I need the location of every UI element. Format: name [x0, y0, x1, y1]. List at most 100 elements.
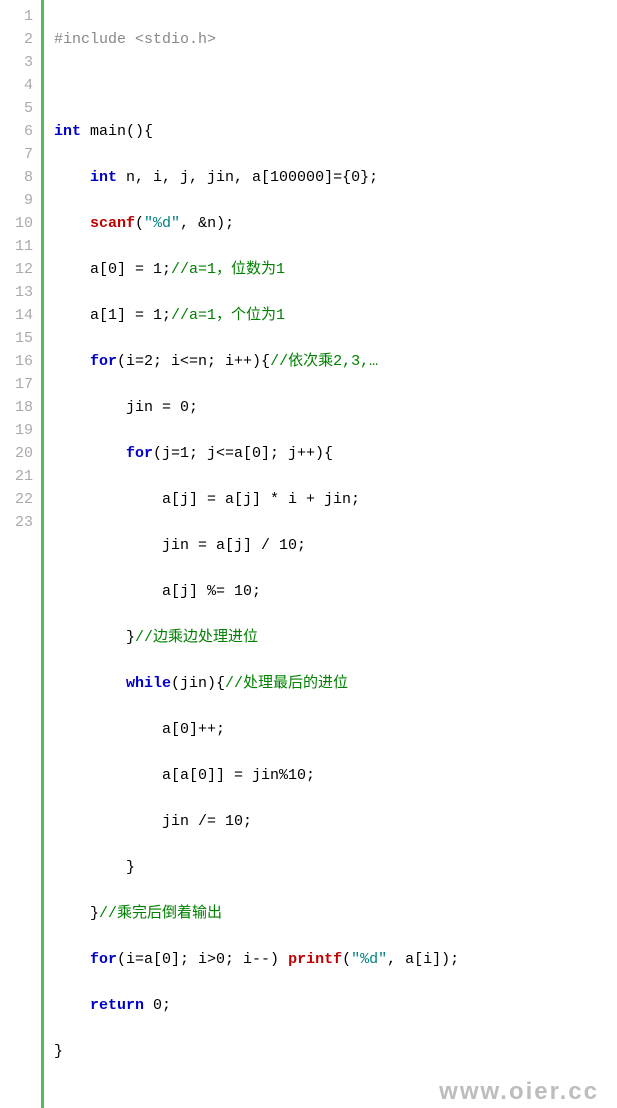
line-number: 12 — [5, 258, 33, 281]
indent — [54, 261, 90, 278]
line-number: 11 — [5, 235, 33, 258]
preprocessor: #include <stdio.h> — [54, 31, 216, 48]
code-line: a[j] = a[j] * i + jin; — [54, 488, 607, 511]
line-number: 8 — [5, 166, 33, 189]
line-number: 15 — [5, 327, 33, 350]
line-number: 1 — [5, 5, 33, 28]
indent — [54, 307, 90, 324]
keyword: for — [90, 353, 117, 370]
indent — [54, 675, 126, 692]
code-line: a[a[0]] = jin%10; — [54, 764, 607, 787]
code-line: int n, i, j, jin, a[100000]={0}; — [54, 166, 607, 189]
string-literal: "%d" — [351, 951, 387, 968]
line-number: 5 — [5, 97, 33, 120]
line-number: 2 — [5, 28, 33, 51]
keyword: for — [90, 951, 117, 968]
line-number: 10 — [5, 212, 33, 235]
comment: //处理最后的进位 — [225, 675, 348, 692]
code-block: 1 2 3 4 5 6 7 8 9 10 11 12 13 14 15 16 1… — [0, 0, 617, 1108]
code-text: n, i, j, jin, a[100000]={0}; — [117, 169, 378, 186]
code-line: for(i=a[0]; i>0; i--) printf("%d", a[i])… — [54, 948, 607, 971]
comment: //a=1，位数为1 — [171, 261, 285, 278]
keyword: return — [90, 997, 144, 1014]
code-text: jin = a[j] / 10; — [162, 537, 306, 554]
code-line: } — [54, 856, 607, 879]
code-text: , a[i]); — [387, 951, 459, 968]
indent — [54, 491, 162, 508]
code-text: a[j] = a[j] * i + jin; — [162, 491, 360, 508]
indent — [54, 399, 126, 416]
line-number: 3 — [5, 51, 33, 74]
code-line: jin /= 10; — [54, 810, 607, 833]
code-line: for(j=1; j<=a[0]; j++){ — [54, 442, 607, 465]
string-literal: "%d" — [144, 215, 180, 232]
code-line: a[0] = 1;//a=1，位数为1 — [54, 258, 607, 281]
function-call: printf — [288, 951, 342, 968]
keyword: while — [126, 675, 171, 692]
code-line: #include <stdio.h> — [54, 28, 607, 51]
code-line: }//乘完后倒着输出 — [54, 902, 607, 925]
line-number: 20 — [5, 442, 33, 465]
indent — [54, 813, 162, 830]
line-number: 18 — [5, 396, 33, 419]
code-text: } — [54, 1043, 63, 1060]
line-number: 23 — [5, 511, 33, 534]
line-number: 22 — [5, 488, 33, 511]
code-text: (i=a[0]; i>0; i--) — [117, 951, 288, 968]
code-line — [54, 74, 607, 97]
code-text: a[1] = 1; — [90, 307, 171, 324]
comment: //a=1，个位为1 — [171, 307, 285, 324]
line-number: 21 — [5, 465, 33, 488]
indent — [54, 905, 90, 922]
comment: //依次乘2,3,… — [270, 353, 378, 370]
code-text: a[a[0]] = jin%10; — [162, 767, 315, 784]
indent — [54, 629, 126, 646]
line-number: 17 — [5, 373, 33, 396]
keyword: int — [54, 123, 81, 140]
code-line: return 0; — [54, 994, 607, 1017]
code-line: }//边乘边处理进位 — [54, 626, 607, 649]
line-number: 6 — [5, 120, 33, 143]
code-text: } — [126, 629, 135, 646]
keyword: for — [126, 445, 153, 462]
line-number: 13 — [5, 281, 33, 304]
code-line: a[j] %= 10; — [54, 580, 607, 603]
code-text: (jin){ — [171, 675, 225, 692]
code-text: } — [126, 859, 135, 876]
indent — [54, 169, 90, 186]
code-content: #include <stdio.h> int main(){ int n, i,… — [44, 0, 617, 1108]
indent — [54, 583, 162, 600]
code-text: } — [90, 905, 99, 922]
code-text: (i=2; i<=n; i++){ — [117, 353, 270, 370]
line-number: 19 — [5, 419, 33, 442]
indent — [54, 537, 162, 554]
line-number: 9 — [5, 189, 33, 212]
line-number: 4 — [5, 74, 33, 97]
indent — [54, 353, 90, 370]
comment: //乘完后倒着输出 — [99, 905, 222, 922]
code-text: ( — [342, 951, 351, 968]
code-text: 0; — [144, 997, 171, 1014]
indent — [54, 767, 162, 784]
code-line: } — [54, 1040, 607, 1063]
keyword: int — [90, 169, 117, 186]
code-line: jin = 0; — [54, 396, 607, 419]
code-line: while(jin){//处理最后的进位 — [54, 672, 607, 695]
code-text: main(){ — [81, 123, 153, 140]
code-text: a[0] = 1; — [90, 261, 171, 278]
code-text: jin /= 10; — [162, 813, 252, 830]
comment: //边乘边处理进位 — [135, 629, 258, 646]
code-text: , &n); — [180, 215, 234, 232]
line-number-gutter: 1 2 3 4 5 6 7 8 9 10 11 12 13 14 15 16 1… — [0, 0, 41, 1108]
code-text: jin = 0; — [126, 399, 198, 416]
indent — [54, 721, 162, 738]
indent — [54, 951, 90, 968]
code-text: a[0]++; — [162, 721, 225, 738]
code-line: int main(){ — [54, 120, 607, 143]
indent — [54, 215, 90, 232]
code-line: scanf("%d", &n); — [54, 212, 607, 235]
code-line: a[1] = 1;//a=1，个位为1 — [54, 304, 607, 327]
line-number: 14 — [5, 304, 33, 327]
code-line: for(i=2; i<=n; i++){//依次乘2,3,… — [54, 350, 607, 373]
code-text: (j=1; j<=a[0]; j++){ — [153, 445, 333, 462]
